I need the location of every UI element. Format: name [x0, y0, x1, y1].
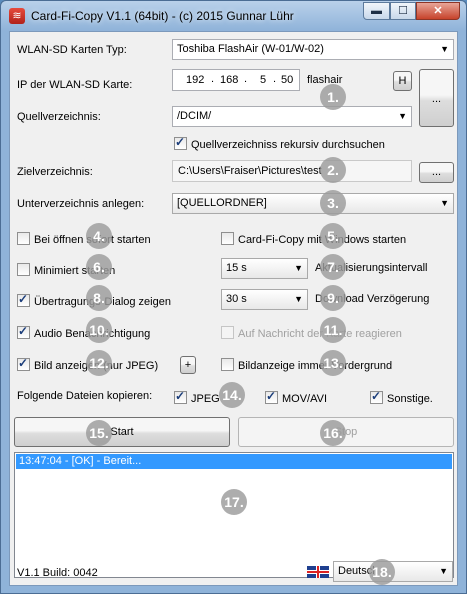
window-title: Card-Fi-Copy V1.1 (64bit) - (c) 2015 Gun…: [31, 9, 294, 23]
recursive-checkbox[interactable]: Quellverzeichniss rekursiv durchsuchen: [174, 135, 385, 152]
app-window: ≋ Card-Fi-Copy V1.1 (64bit) - (c) 2015 G…: [0, 0, 467, 594]
log-row[interactable]: 13:47:04 - [OK] - Bereit...: [16, 454, 452, 469]
target-dir-field[interactable]: C:\Users\Fraiser\Pictures\test: [172, 160, 412, 182]
checkbox-box: [265, 389, 278, 404]
mov-avi-label: MOV/AVI: [282, 393, 328, 405]
chevron-down-icon: ▼: [439, 566, 448, 576]
uk-flag-icon: [307, 566, 329, 578]
source-browse-button[interactable]: ...: [419, 69, 454, 127]
marker-6: 6.: [86, 254, 112, 280]
filetypes-label: Folgende Dateien kopieren:: [17, 390, 153, 402]
marker-12: 12.: [86, 350, 112, 376]
download-delay-value: 30 s: [226, 293, 247, 305]
audio-notify-checkbox[interactable]: Audio Benachrichtigung: [17, 324, 150, 341]
checkbox-box: [17, 263, 30, 276]
start-with-windows-checkbox[interactable]: Card-Fi-Copy mit Windows starten: [221, 232, 406, 247]
subdir-label: Unterverzeichnis anlegen:: [17, 198, 145, 210]
wifi-card-icon: ≋: [9, 8, 25, 24]
marker-8: 8.: [86, 285, 112, 311]
marker-17: 17.: [221, 489, 247, 515]
target-dir-value: C:\Users\Fraiser\Pictures\test: [178, 165, 322, 177]
minimize-button[interactable]: ▬: [363, 2, 390, 20]
card-type-value: Toshiba FlashAir (W-01/W-02): [177, 43, 324, 55]
checkbox-box: [174, 135, 187, 150]
react-card-message-checkbox[interactable]: Auf Nachricht der Karte reagieren: [221, 326, 402, 341]
start-on-open-checkbox[interactable]: Bei öffnen sofort starten: [17, 232, 151, 247]
chevron-down-icon: ▼: [398, 111, 407, 121]
ip-octet-3: 5: [260, 74, 267, 86]
title-bar[interactable]: ≋ Card-Fi-Copy V1.1 (64bit) - (c) 2015 G…: [1, 1, 466, 31]
marker-15: 15.: [86, 420, 112, 446]
chevron-down-icon: ▼: [294, 263, 303, 273]
ip-dot: .: [211, 73, 215, 85]
target-label: Zielverzeichnis:: [17, 166, 93, 178]
marker-1: 1.: [320, 84, 346, 110]
card-type-select[interactable]: Toshiba FlashAir (W-01/W-02) ▼: [172, 39, 454, 60]
flag-stripe: [317, 566, 319, 578]
source-dir-select[interactable]: /DCIM/ ▼: [172, 106, 412, 127]
checkbox-box: [221, 358, 234, 371]
ip-octet-1: 192: [186, 74, 205, 86]
other-files-checkbox[interactable]: Sonstige.: [370, 389, 433, 406]
subdir-value: [QUELLORDNER]: [177, 197, 267, 209]
checkbox-box: [17, 324, 30, 339]
marker-16: 16.: [320, 420, 346, 446]
checkbox-box: [370, 389, 383, 404]
maximize-button[interactable]: ☐: [390, 2, 416, 20]
client-area: WLAN-SD Karten Typ: Toshiba FlashAir (W-…: [9, 31, 458, 586]
chevron-down-icon: ▼: [440, 44, 449, 54]
checkbox-box: [174, 389, 187, 404]
download-delay-select[interactable]: 30 s ▼: [221, 289, 308, 310]
close-button[interactable]: ✕: [416, 2, 460, 20]
jpeg-checkbox[interactable]: JPEG: [174, 389, 220, 406]
checkbox-box: [17, 232, 30, 245]
ip-label: IP der WLAN-SD Karte:: [17, 79, 133, 91]
marker-14: 14.: [219, 382, 245, 408]
marker-18: 18.: [369, 559, 395, 585]
marker-5: 5.: [320, 223, 346, 249]
recursive-label: Quellverzeichniss rekursiv durchsuchen: [191, 139, 385, 151]
ip-dot: .: [273, 73, 277, 85]
checkbox-box: [221, 232, 234, 245]
h-button[interactable]: H: [393, 71, 412, 91]
refresh-interval-value: 15 s: [226, 262, 247, 274]
jpeg-label: JPEG: [191, 393, 220, 405]
ip-octet-2: 168: [220, 74, 239, 86]
target-browse-button[interactable]: ...: [419, 162, 454, 183]
subdir-select[interactable]: [QUELLORDNER] ▼: [172, 193, 454, 214]
mov-avi-checkbox[interactable]: MOV/AVI: [265, 389, 328, 406]
image-foreground-label: Bildanzeige immer Vordergrund: [238, 360, 393, 372]
card-type-label: WLAN-SD Karten Typ:: [17, 44, 127, 56]
stop-button[interactable]: Stop: [238, 417, 454, 447]
checkbox-box: [221, 326, 234, 339]
chevron-down-icon: ▼: [294, 294, 303, 304]
marker-10: 10.: [86, 317, 112, 343]
ip-address-input[interactable]: 192 . 168 . 5 . 50: [172, 69, 300, 91]
refresh-interval-select[interactable]: 15 s ▼: [221, 258, 308, 279]
other-files-label: Sonstige.: [387, 393, 433, 405]
marker-13: 13.: [320, 350, 346, 376]
checkbox-box: [17, 292, 30, 307]
image-foreground-checkbox[interactable]: Bildanzeige immer Vordergrund: [221, 358, 392, 373]
source-dir-value: /DCIM/: [177, 110, 212, 122]
marker-2: 2.: [320, 157, 346, 183]
marker-7: 7.: [320, 254, 346, 280]
marker-3: 3.: [320, 190, 346, 216]
marker-4: 4.: [86, 223, 112, 249]
ip-octet-4: 50: [281, 74, 294, 86]
ip-dot: .: [244, 73, 248, 85]
marker-11: 11.: [320, 317, 346, 343]
start-button[interactable]: Start: [14, 417, 230, 447]
image-plus-button[interactable]: +: [180, 356, 196, 374]
checkbox-box: [17, 356, 30, 371]
build-label: V1.1 Build: 0042: [17, 567, 98, 579]
chevron-down-icon: ▼: [440, 198, 449, 208]
log-list[interactable]: 13:47:04 - [OK] - Bereit...: [14, 452, 454, 578]
marker-9: 9.: [320, 285, 346, 311]
source-label: Quellverzeichnis:: [17, 111, 101, 123]
